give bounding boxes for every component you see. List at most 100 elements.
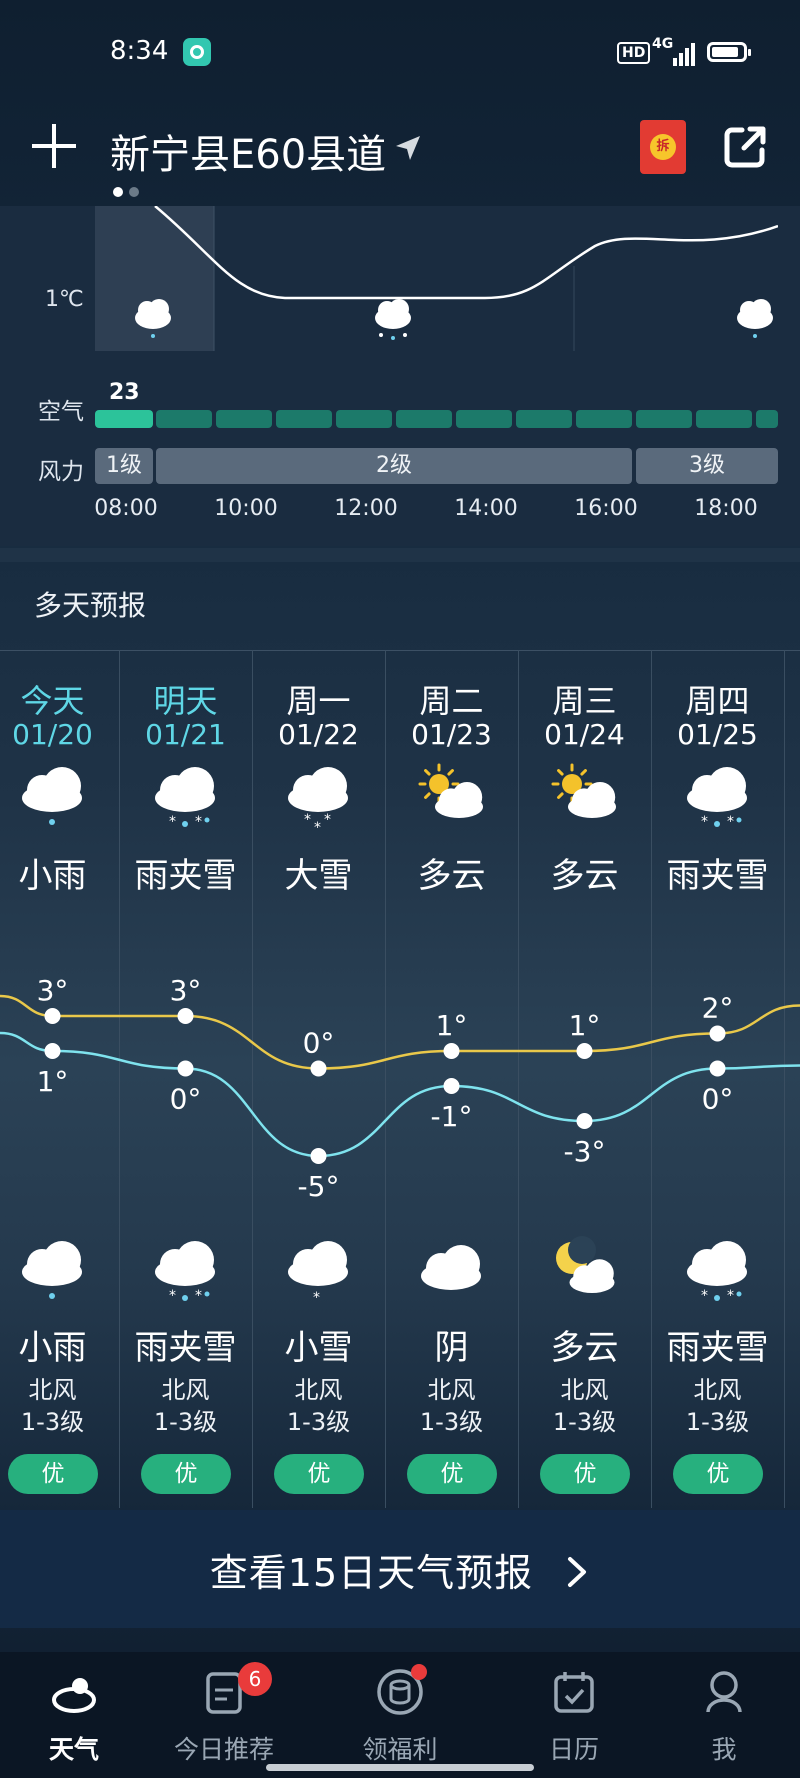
high-temp-point (443, 1043, 460, 1059)
view-15day-label: 查看15日天气预报 (0, 1542, 800, 1597)
wind-direction: 北风 (560, 1376, 609, 1404)
wind-direction: 北风 (693, 1376, 742, 1404)
night-weather: 阴 (434, 1328, 469, 1368)
recommend-badge: 6 (238, 1662, 272, 1696)
wind-segment: 2级 (156, 448, 632, 484)
low-temp-point (310, 1148, 327, 1164)
low-temp-point (177, 1060, 194, 1077)
night-weather: 多云 (550, 1328, 619, 1368)
add-city-button[interactable] (32, 124, 76, 168)
nav-item-label: 领福利 (362, 1735, 438, 1764)
day-name: 周四 (685, 682, 750, 720)
aqi-badge: 优 (141, 1454, 231, 1494)
wind-level: 1-3级 (286, 1408, 351, 1436)
wind-level: 1-3级 (153, 1408, 218, 1436)
aqi-badge: 优 (540, 1454, 630, 1494)
status-time: 8:34 (110, 36, 169, 66)
day-name: 周一 (286, 682, 351, 720)
night-weather: 雨夹雪 (134, 1328, 237, 1368)
hourly-aqi-value: 23 (109, 380, 140, 405)
wind-level: 1-3级 (20, 1408, 85, 1436)
low-temp-point (443, 1078, 460, 1094)
night-weather: 小雨 (18, 1328, 87, 1368)
hour-label: 18:00 (694, 496, 758, 521)
aqi-badge: 优 (673, 1454, 763, 1494)
wind-level: 1-3级 (552, 1408, 617, 1436)
low-temp-label: -3° (564, 1135, 606, 1168)
app-notification-icon (183, 38, 211, 66)
nav-item[interactable]: 日历 (494, 1668, 654, 1766)
wind-segment: 1级 (95, 448, 153, 484)
aqi-bar (95, 410, 153, 428)
aqi-bar (516, 410, 572, 428)
aqi-badge: 优 (274, 1454, 364, 1494)
high-temp-point (44, 1008, 61, 1024)
night-weather: 小雪 (284, 1328, 353, 1368)
nav-item[interactable]: 天气 (0, 1668, 154, 1766)
view-15day-text: 查看15日天气预报 (209, 1551, 534, 1595)
hourly-sleet-icon (375, 299, 411, 340)
aqi-bar (276, 410, 332, 428)
hour-label: 16:00 (574, 496, 638, 521)
day-weather: 小雨 (18, 856, 87, 896)
wind-direction: 北风 (161, 1376, 210, 1404)
day-weather: 大雪 (284, 856, 353, 896)
hourly-temp-label: 1℃ (45, 287, 84, 312)
high-temp-label: 2° (702, 992, 734, 1025)
high-temp-point (310, 1060, 327, 1077)
nav-item[interactable]: 我 (644, 1668, 800, 1766)
share-icon[interactable] (722, 124, 768, 170)
calendar-icon (554, 1672, 594, 1713)
low-temp-label: 0° (702, 1083, 734, 1116)
signal-icon (673, 43, 695, 66)
aqi-bar (396, 410, 452, 428)
chevron-right-icon (568, 1557, 587, 1587)
svg-text:*: * (195, 814, 202, 830)
day-date: 01/20 (12, 718, 93, 751)
daily-temperature-chart: 3° 3° 0° 1° 1° 2° 1° 0° -5° -1° -3° 0° (0, 974, 800, 1200)
high-temp-point (177, 1008, 194, 1024)
day-date: 01/22 (278, 718, 359, 751)
red-packet-button[interactable]: 拆 (640, 120, 686, 174)
day-weather: 多云 (417, 856, 486, 896)
aqi-bar (336, 410, 392, 428)
wind-level: 1-3级 (685, 1408, 750, 1436)
day-name: 周三 (552, 682, 617, 720)
hourly-temp-chart[interactable] (95, 206, 778, 351)
svg-text:*: * (314, 820, 321, 832)
nav-item-label: 天气 (48, 1735, 99, 1764)
nav-item-label: 日历 (548, 1735, 599, 1764)
wind-row-label: 风力 (38, 459, 84, 485)
aqi-bar (216, 410, 272, 428)
home-indicator[interactable] (266, 1764, 534, 1771)
day-date: 01/23 (411, 718, 492, 751)
nav-item-label: 我 (711, 1735, 737, 1764)
hour-label: 08:00 (94, 496, 158, 521)
svg-text:*: * (195, 1288, 202, 1304)
svg-text:*: * (727, 1288, 734, 1304)
hd-indicator: HD (617, 42, 651, 64)
wind-level: 1-3级 (419, 1408, 484, 1436)
low-temp-label: -1° (431, 1100, 473, 1133)
page-dot (129, 187, 139, 197)
location-title[interactable]: 新宁县E60县道 (110, 122, 386, 180)
svg-text:*: * (324, 812, 331, 828)
svg-text:*: * (701, 1288, 708, 1304)
section-divider (0, 548, 800, 562)
high-temp-label: 3° (37, 974, 69, 1007)
wind-segment: 3级 (636, 448, 778, 484)
cloud-weather-icon (52, 1678, 96, 1713)
high-temp-label: 0° (303, 1027, 335, 1060)
aqi-badge: 优 (407, 1454, 497, 1494)
hourly-rain-icon-2 (737, 299, 773, 338)
wind-direction: 北风 (294, 1376, 343, 1404)
nav-item[interactable]: 领福利 (320, 1668, 480, 1766)
day-name: 周二 (419, 682, 484, 720)
day-name: 今天 (20, 682, 85, 720)
day-weather: 多云 (550, 856, 619, 896)
aqi-badge: 优 (8, 1454, 98, 1494)
location-arrow-icon (396, 136, 420, 160)
welfare-red-dot (411, 1664, 427, 1680)
nav-item[interactable]: 今日推荐 (144, 1668, 304, 1766)
high-temp-label: 1° (436, 1009, 468, 1042)
